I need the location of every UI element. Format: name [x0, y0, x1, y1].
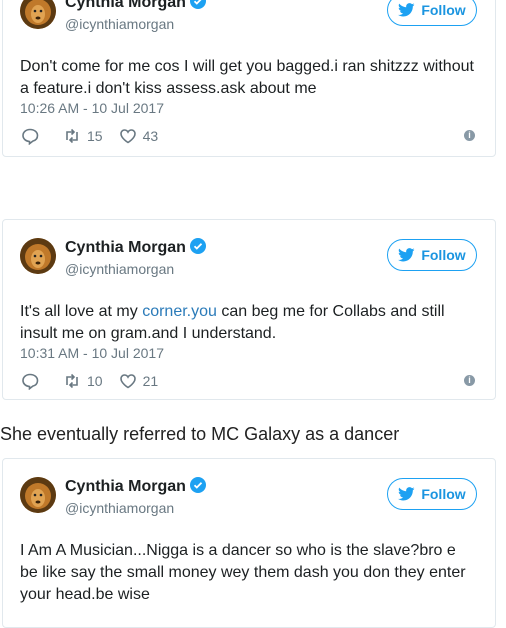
author-name[interactable]: Cynthia Morgan — [65, 238, 206, 257]
tweet-timestamp[interactable]: 10:26 AM - 10 Jul 2017 — [20, 100, 164, 116]
retweet-count: 15 — [87, 128, 103, 144]
author-name[interactable]: Cynthia Morgan — [65, 477, 206, 496]
retweet-count: 10 — [87, 373, 103, 389]
tweet-text: Don't come for me cos I will get you bag… — [20, 58, 474, 97]
retweet-button[interactable]: 10 — [63, 372, 103, 390]
retweet-icon — [66, 128, 78, 144]
verified-badge-icon — [189, 477, 206, 493]
heart-icon — [119, 374, 136, 389]
twitter-bird-icon — [398, 3, 415, 17]
follow-button[interactable]: Follow — [387, 0, 477, 26]
like-count: 21 — [142, 373, 159, 389]
tweet-card: Cynthia Morgan @icynthiamorgan Follow Do… — [2, 0, 496, 157]
tweet-text: It's all love at my corner.you can beg m… — [20, 303, 445, 342]
like-button[interactable]: 43 — [119, 127, 159, 145]
tweet-actions: 15 43 — [21, 127, 158, 145]
verified-badge-icon — [189, 238, 206, 254]
reply-button[interactable] — [21, 127, 39, 145]
tweet-text: I Am A Musician...Nigga is a dancer so w… — [20, 542, 466, 603]
follow-button[interactable]: Follow — [387, 239, 477, 271]
like-count: 43 — [142, 128, 159, 144]
tweet-card: Cynthia Morgan @icynthiamorgan Follow I … — [2, 458, 496, 628]
avatar[interactable] — [20, 477, 56, 513]
heart-icon — [119, 129, 136, 144]
retweet-icon — [66, 373, 78, 389]
author-handle[interactable]: @icynthiamorgan — [65, 261, 174, 277]
tweet-timestamp[interactable]: 10:31 AM - 10 Jul 2017 — [20, 345, 164, 361]
avatar[interactable] — [20, 0, 56, 29]
author-handle[interactable]: @icynthiamorgan — [65, 500, 174, 516]
twitter-bird-icon — [398, 487, 415, 501]
info-icon[interactable]: i — [464, 130, 475, 141]
tweet-card: Cynthia Morgan @icynthiamorgan Follow It… — [2, 219, 496, 400]
retweet-button[interactable]: 15 — [63, 127, 103, 145]
author-name[interactable]: Cynthia Morgan — [65, 0, 206, 12]
verified-badge-icon — [189, 0, 206, 9]
article-caption: She eventually referred to MC Galaxy as … — [0, 424, 400, 444]
hashtag-link[interactable]: corner.you — [142, 303, 217, 320]
avatar[interactable] — [20, 238, 56, 274]
reply-icon — [22, 373, 39, 390]
reply-icon — [22, 128, 39, 145]
reply-button[interactable] — [21, 372, 39, 390]
like-button[interactable]: 21 — [119, 372, 159, 390]
tweet-actions: 10 21 — [21, 372, 158, 390]
twitter-bird-icon — [398, 248, 415, 262]
info-icon[interactable]: i — [464, 375, 475, 386]
author-handle[interactable]: @icynthiamorgan — [65, 16, 174, 32]
follow-button[interactable]: Follow — [387, 478, 477, 510]
